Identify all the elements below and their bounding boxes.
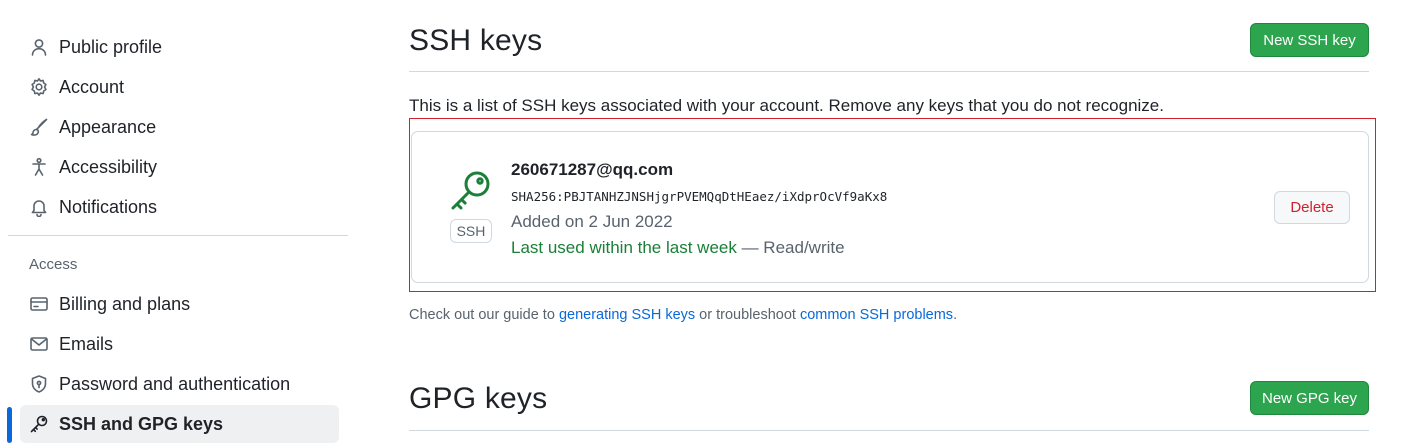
ssh-guide-text: Check out our guide to generating SSH ke… (409, 307, 957, 323)
sidebar-item-emails[interactable]: Emails (20, 325, 339, 363)
generating-ssh-keys-link[interactable]: generating SSH keys (559, 307, 695, 323)
sidebar-item-password-authentication[interactable]: Password and authentication (20, 365, 339, 403)
sidebar-item-public-profile[interactable]: Public profile (20, 28, 339, 66)
common-ssh-problems-link[interactable]: common SSH problems (800, 307, 953, 323)
key-fingerprint: SHA256:PBJTANHZJNSHjgrPVEMQqDtHEaez/iXdp… (511, 189, 888, 204)
sidebar-divider (8, 235, 348, 236)
sidebar-item-label: Password and authentication (59, 373, 291, 394)
active-indicator (7, 407, 12, 443)
sidebar-item-ssh-gpg-keys[interactable]: SSH and GPG keys (20, 405, 339, 443)
shield-lock-icon (28, 373, 50, 395)
sidebar-item-billing[interactable]: Billing and plans (20, 285, 339, 323)
sidebar-item-accessibility[interactable]: Accessibility (20, 148, 339, 186)
guide-middle: or troubleshoot (695, 307, 800, 323)
new-ssh-key-button[interactable]: New SSH key (1250, 23, 1369, 57)
paintbrush-icon (28, 116, 50, 138)
sidebar-item-label: Emails (59, 333, 114, 354)
section-divider (409, 71, 1369, 72)
credit-card-icon (28, 293, 50, 315)
sidebar-item-label: Account (59, 76, 125, 97)
key-last-used: Last used within the last week — Read/wr… (511, 238, 845, 258)
guide-suffix: . (953, 307, 958, 323)
sidebar-item-appearance[interactable]: Appearance (20, 108, 339, 146)
ssh-intro-text: This is a list of SSH keys associated wi… (409, 96, 1164, 115)
sidebar-section-access: Access (29, 256, 78, 273)
settings-sidebar: Public profile Account Appearance Access… (0, 0, 350, 445)
bell-icon (28, 196, 50, 218)
key-added-date: Added on 2 Jun 2022 (511, 212, 673, 231)
key-access-level: — Read/write (736, 238, 845, 257)
ssh-key-item: SSH 260671287@qq.com SHA256:PBJTANHZJNSH… (411, 131, 1369, 283)
main-content: SSH keys New SSH key This is a list of S… (409, 0, 1376, 445)
mail-icon (28, 333, 50, 355)
sidebar-item-label: Billing and plans (59, 293, 191, 314)
new-gpg-key-button[interactable]: New GPG key (1250, 381, 1369, 415)
gpg-keys-heading: GPG keys (409, 382, 548, 415)
sidebar-item-label: Notifications (59, 196, 158, 217)
key-icon (28, 413, 50, 435)
person-icon (28, 36, 50, 58)
sidebar-item-label: Public profile (59, 36, 163, 57)
accessibility-icon (28, 156, 50, 178)
key-icon (448, 168, 494, 214)
key-type-badge: SSH (450, 219, 492, 243)
sidebar-item-account[interactable]: Account (20, 68, 339, 106)
sidebar-item-label: Appearance (59, 116, 157, 137)
section-divider (409, 430, 1369, 431)
gear-icon (28, 76, 50, 98)
sidebar-item-notifications[interactable]: Notifications (20, 188, 339, 226)
sidebar-item-label: Accessibility (59, 156, 158, 177)
sidebar-item-label: SSH and GPG keys (59, 413, 224, 434)
ssh-keys-heading: SSH keys (409, 24, 543, 57)
key-title: 260671287@qq.com (511, 160, 674, 179)
guide-prefix: Check out our guide to (409, 307, 559, 323)
delete-key-button[interactable]: Delete (1274, 191, 1350, 224)
key-last-used-text: Last used within the last week (511, 238, 737, 257)
